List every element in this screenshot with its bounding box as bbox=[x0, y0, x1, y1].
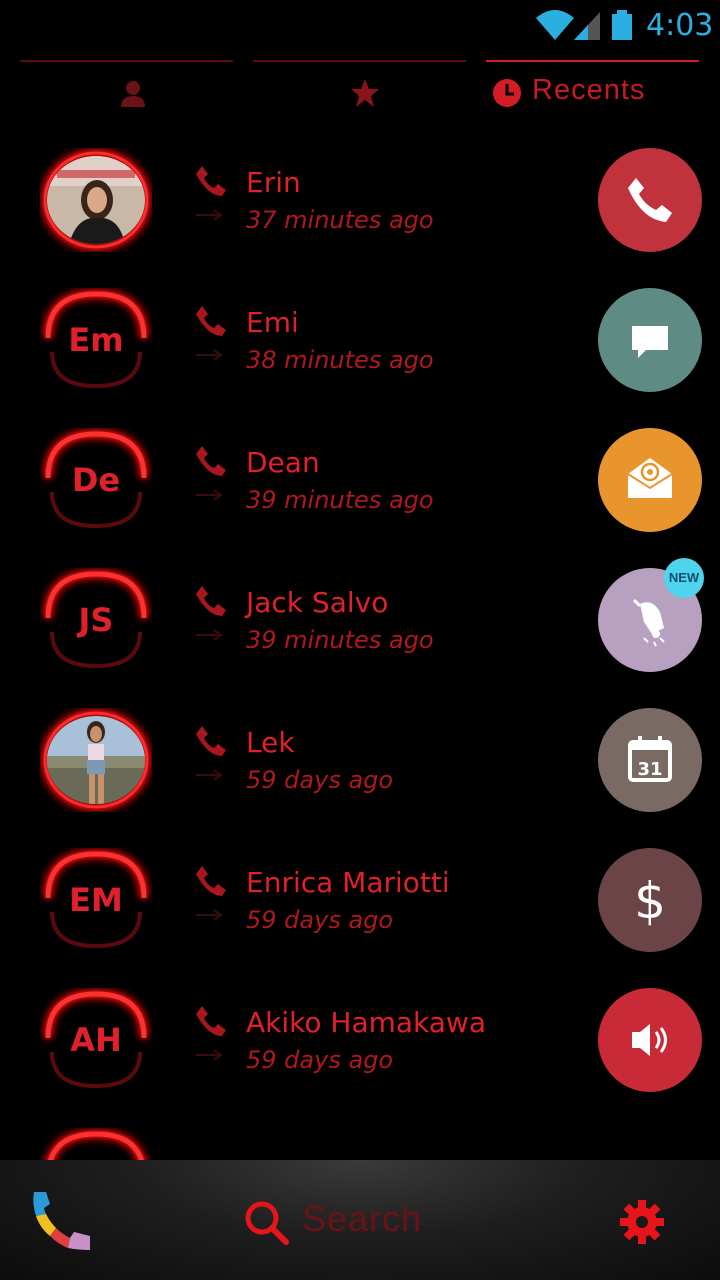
call-time: 59 days ago bbox=[246, 1046, 394, 1074]
contact-name: Lek bbox=[246, 726, 295, 759]
wifi-icon bbox=[536, 10, 574, 40]
phone-icon bbox=[196, 446, 226, 476]
calendar-icon: 31 bbox=[628, 736, 672, 782]
tab-recents[interactable]: Recents bbox=[486, 60, 699, 120]
call-time: 39 minutes ago bbox=[246, 486, 434, 514]
quick-email-button[interactable] bbox=[598, 428, 702, 532]
phone-icon bbox=[196, 166, 226, 196]
avatar bbox=[40, 148, 152, 252]
contact-name: Jack Salvo bbox=[246, 586, 389, 619]
bottom-bar: Search bbox=[0, 1160, 720, 1280]
list-item[interactable]: Lek 59 days ago 31 bbox=[0, 690, 720, 830]
outgoing-arrow-icon bbox=[196, 629, 223, 641]
clock-icon bbox=[493, 79, 521, 107]
list-item[interactable]: AH Akiko Hamakawa 59 days ago bbox=[0, 970, 720, 1110]
outgoing-arrow-icon bbox=[196, 769, 223, 781]
avatar: EM bbox=[40, 848, 152, 952]
quick-payment-button[interactable]: $ bbox=[598, 848, 702, 952]
list-item[interactable]: Erin 37 minutes ago bbox=[0, 130, 720, 270]
avatar-initials: De bbox=[71, 461, 121, 499]
person-icon bbox=[121, 81, 145, 107]
search-label: Search bbox=[302, 1198, 423, 1239]
phone-icon bbox=[196, 726, 226, 756]
tab-indicator bbox=[253, 60, 466, 62]
avatar-photo bbox=[47, 716, 145, 804]
list-item[interactable]: EM Enrica Mariotti 59 days ago $ bbox=[0, 830, 720, 970]
call-time: 37 minutes ago bbox=[246, 206, 434, 234]
tab-indicator bbox=[20, 60, 233, 62]
outgoing-arrow-icon bbox=[196, 349, 223, 361]
dollar-icon: $ bbox=[634, 872, 666, 930]
call-time: 38 minutes ago bbox=[246, 346, 434, 374]
tab-label: Recents bbox=[532, 74, 646, 106]
quick-volume-button[interactable] bbox=[598, 988, 702, 1092]
calendar-day: 31 bbox=[637, 759, 662, 780]
contact-name: Dean bbox=[246, 446, 320, 479]
new-badge: NEW bbox=[664, 558, 704, 598]
outgoing-arrow-icon bbox=[196, 489, 223, 501]
recents-list[interactable]: Erin 37 minutes ago Em Emi 38 minutes ag… bbox=[0, 130, 720, 1160]
avatar-initials: JS bbox=[78, 601, 114, 639]
svg-text:$: $ bbox=[634, 872, 666, 930]
battery-icon bbox=[612, 10, 632, 40]
message-icon bbox=[632, 326, 668, 358]
phone-icon bbox=[196, 306, 226, 336]
email-icon bbox=[627, 458, 673, 498]
contact-name: Akiko Hamakawa bbox=[246, 1006, 486, 1039]
list-item[interactable]: JS Jack Salvo 39 minutes ago NEW bbox=[0, 550, 720, 690]
avatar bbox=[40, 1128, 152, 1160]
call-time: 59 days ago bbox=[246, 906, 394, 934]
avatar: De bbox=[40, 428, 152, 532]
avatar-ring-icon bbox=[45, 1129, 147, 1160]
quick-calendar-button[interactable]: 31 bbox=[598, 708, 702, 812]
phone-icon bbox=[196, 1006, 226, 1036]
call-time: 59 days ago bbox=[246, 766, 394, 794]
avatar: JS bbox=[40, 568, 152, 672]
app-logo-icon[interactable] bbox=[30, 1188, 96, 1254]
tab-favorites[interactable] bbox=[253, 60, 466, 120]
outgoing-arrow-icon bbox=[196, 1049, 223, 1061]
volume-icon bbox=[632, 1024, 667, 1056]
list-item[interactable]: De Dean 39 minutes ago bbox=[0, 410, 720, 550]
call-time: 39 minutes ago bbox=[246, 626, 434, 654]
avatar-initials: AH bbox=[70, 1021, 122, 1059]
status-bar: 4:03 bbox=[0, 0, 720, 50]
settings-gear-icon[interactable] bbox=[618, 1198, 666, 1246]
avatar-photo bbox=[47, 156, 145, 244]
star-icon bbox=[351, 79, 379, 107]
tab-bar: Recents bbox=[0, 60, 720, 120]
phone-icon bbox=[628, 178, 672, 222]
avatar bbox=[40, 708, 152, 812]
contact-name: Enrica Mariotti bbox=[246, 866, 450, 899]
avatar-initials: EM bbox=[69, 881, 123, 919]
signal-icon bbox=[574, 12, 600, 40]
avatar: AH bbox=[40, 988, 152, 1092]
tab-indicator bbox=[486, 60, 699, 62]
avatar: Em bbox=[40, 288, 152, 392]
list-item[interactable] bbox=[0, 1110, 720, 1160]
quick-message-button[interactable] bbox=[598, 288, 702, 392]
search-icon bbox=[245, 1201, 289, 1245]
phone-icon bbox=[196, 866, 226, 896]
avatar-initials: Em bbox=[68, 321, 124, 359]
outgoing-arrow-icon bbox=[196, 909, 223, 921]
list-item[interactable]: Em Emi 38 minutes ago bbox=[0, 270, 720, 410]
outgoing-arrow-icon bbox=[196, 209, 223, 221]
contact-name: Emi bbox=[246, 306, 299, 339]
clock-time: 4:03 bbox=[646, 8, 714, 43]
quick-call-button[interactable] bbox=[598, 148, 702, 252]
contact-name: Erin bbox=[246, 166, 301, 199]
tab-contacts[interactable] bbox=[20, 60, 233, 120]
phone-icon bbox=[196, 586, 226, 616]
